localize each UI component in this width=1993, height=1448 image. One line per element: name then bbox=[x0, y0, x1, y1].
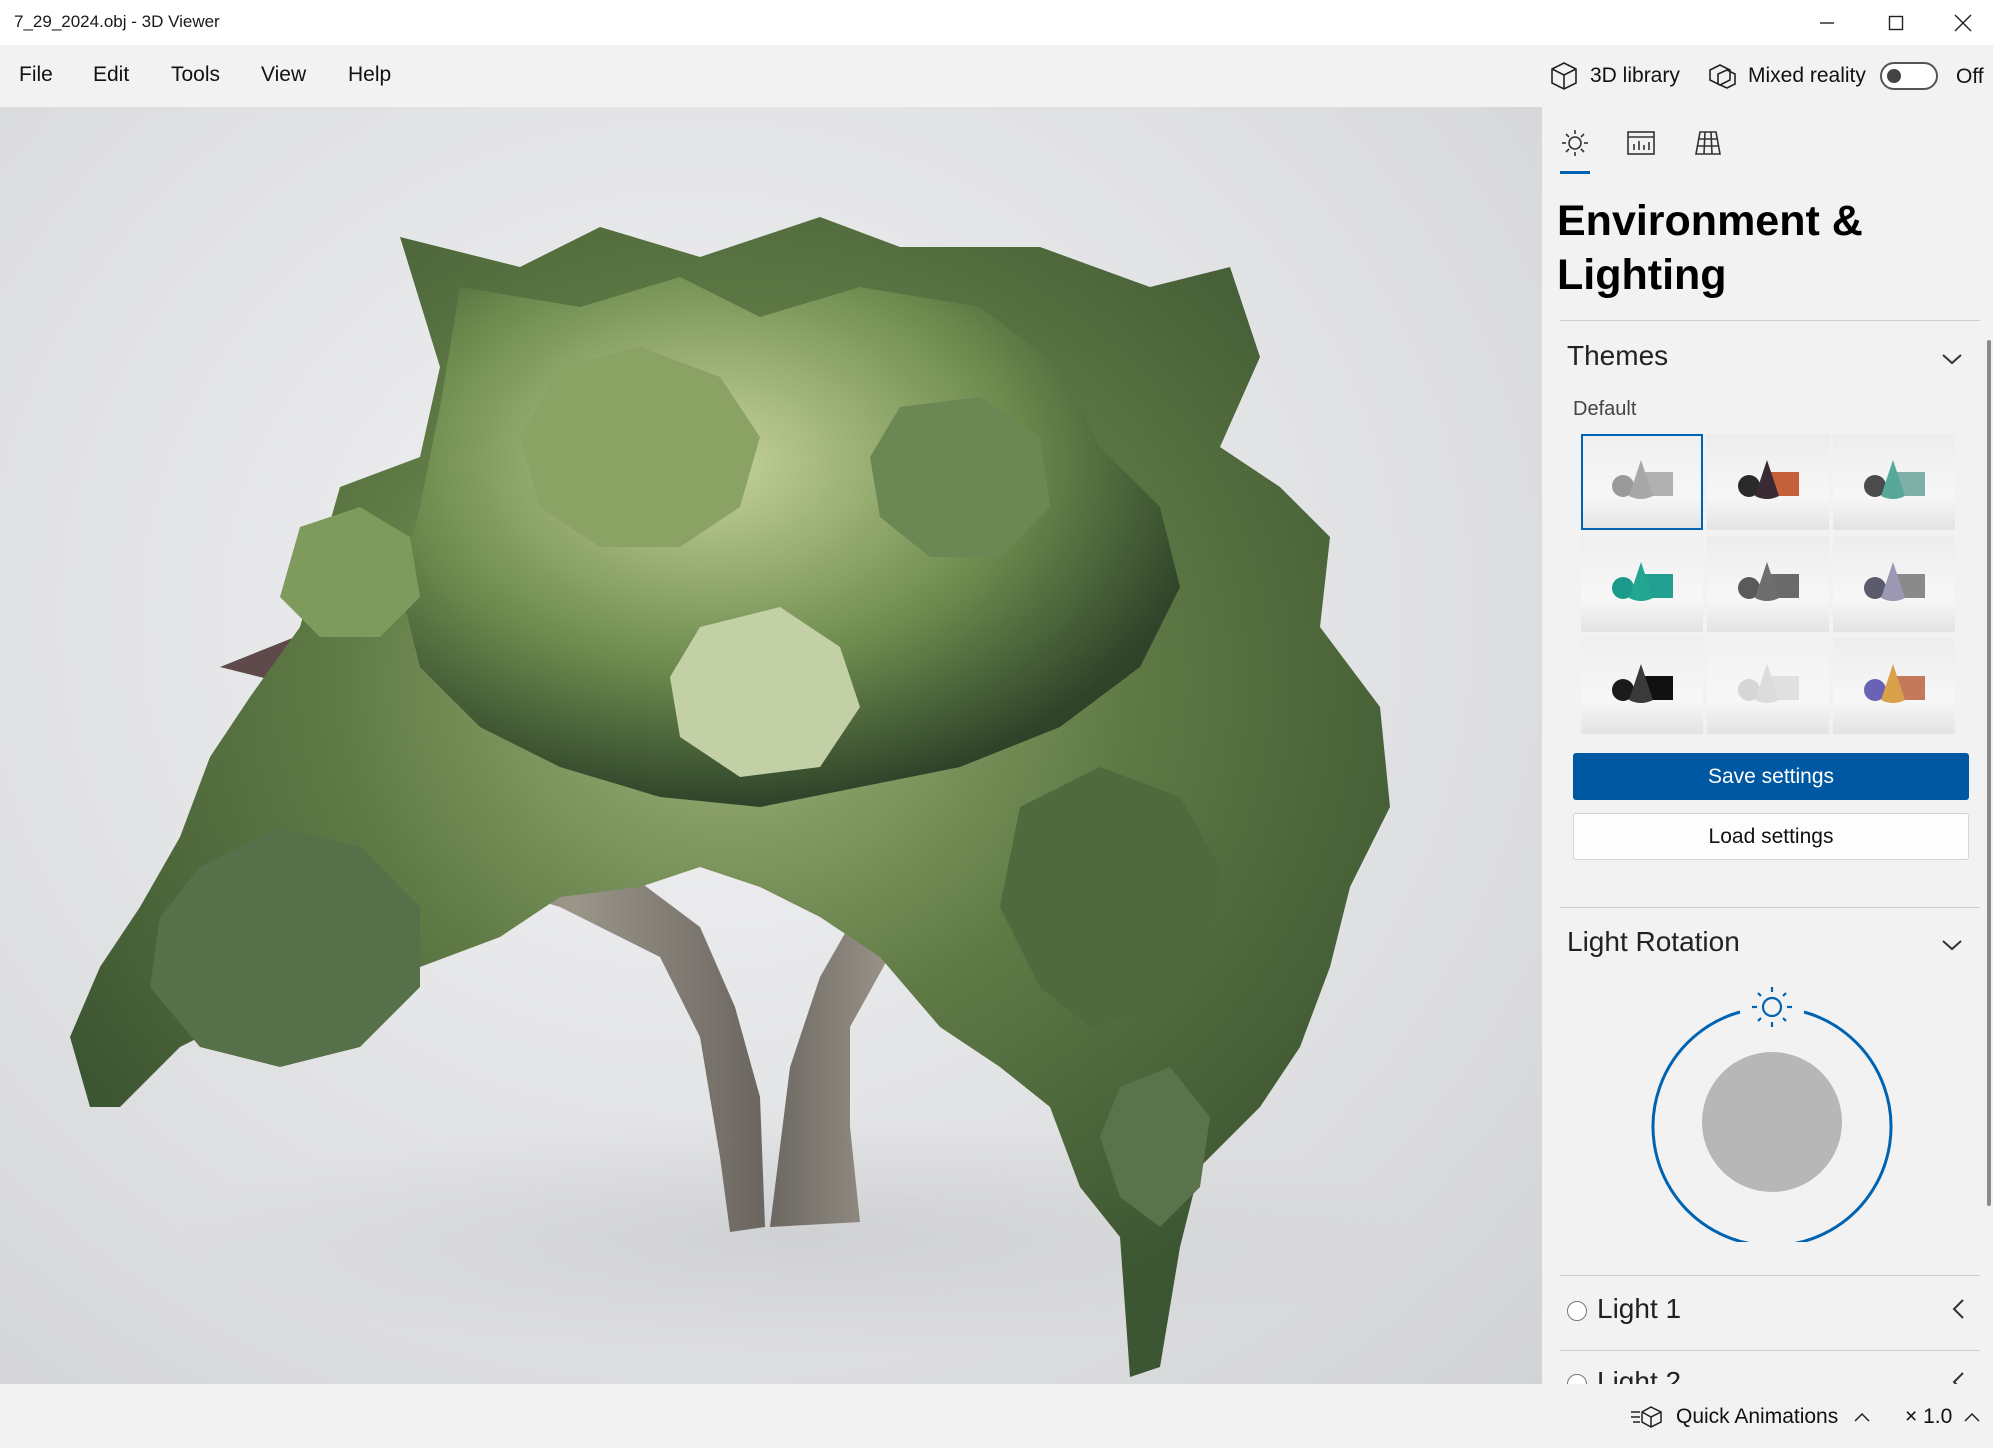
theme-preview-shapes bbox=[1738, 460, 1799, 499]
speed-button[interactable]: × 1.0 bbox=[1905, 1402, 1982, 1432]
divider bbox=[1560, 1275, 1980, 1276]
theme-grid bbox=[1581, 434, 1955, 734]
theme-swatch-dark-orange[interactable] bbox=[1707, 434, 1829, 530]
menu-file[interactable]: File bbox=[19, 63, 53, 87]
grid-icon bbox=[1695, 131, 1721, 155]
theme-swatch-multicolor[interactable] bbox=[1833, 638, 1955, 734]
chevron-left-icon bbox=[1952, 1299, 1964, 1319]
theme-swatch-white[interactable] bbox=[1707, 638, 1829, 734]
theme-preview-shapes bbox=[1612, 460, 1673, 499]
save-settings-button[interactable]: Save settings bbox=[1573, 753, 1969, 800]
light-2-radio[interactable] bbox=[1567, 1374, 1587, 1384]
theme-swatch-charcoal[interactable] bbox=[1707, 536, 1829, 632]
panel-scrollbar[interactable] bbox=[1987, 340, 1991, 1206]
toggle-knob bbox=[1887, 69, 1901, 83]
tab-grid[interactable] bbox=[1690, 125, 1726, 161]
quick-animations-button[interactable]: Quick Animations bbox=[1630, 1402, 1872, 1432]
3d-library-button[interactable]: 3D library bbox=[1548, 57, 1680, 95]
divider bbox=[1560, 1350, 1980, 1351]
chevron-up-icon bbox=[1854, 1412, 1870, 1422]
animation-cube-icon bbox=[1631, 1406, 1662, 1428]
theme-preview-shapes bbox=[1864, 460, 1925, 499]
mixed-reality-label: Mixed reality bbox=[1748, 64, 1866, 87]
menu-edit[interactable]: Edit bbox=[93, 63, 129, 87]
sun-icon bbox=[1752, 987, 1792, 1027]
minimize-button[interactable] bbox=[1792, 0, 1862, 45]
chevron-down-icon bbox=[1942, 940, 1962, 951]
mixed-reality-button[interactable]: Mixed reality bbox=[1706, 57, 1866, 95]
tab-environment[interactable] bbox=[1557, 125, 1593, 161]
chevron-down-icon bbox=[1942, 354, 1962, 365]
theme-preview-shapes bbox=[1738, 562, 1799, 601]
theme-preview-shapes bbox=[1864, 664, 1925, 703]
divider bbox=[1560, 320, 1980, 321]
themes-group-label: Default bbox=[1573, 398, 1637, 420]
theme-swatch-default-gray[interactable] bbox=[1581, 434, 1703, 530]
cube-icon bbox=[1551, 62, 1577, 90]
light-rotation-header[interactable]: Light Rotation bbox=[1567, 926, 1740, 958]
quick-animations-label: Quick Animations bbox=[1676, 1405, 1839, 1428]
window-title: 7_29_2024.obj - 3D Viewer bbox=[14, 12, 220, 31]
load-settings-button[interactable]: Load settings bbox=[1573, 813, 1969, 860]
themes-header[interactable]: Themes bbox=[1567, 340, 1668, 372]
tab-stats[interactable] bbox=[1623, 125, 1659, 161]
menu-bar: File Edit Tools View Help 3D library Mix… bbox=[0, 45, 1993, 107]
mixed-reality-toggle[interactable] bbox=[1880, 62, 1938, 90]
3d-viewport[interactable] bbox=[0, 107, 1542, 1384]
maximize-icon bbox=[1888, 15, 1904, 30]
menu-tools[interactable]: Tools bbox=[171, 63, 220, 87]
light-1-radio[interactable] bbox=[1567, 1301, 1587, 1321]
tree-model[interactable] bbox=[0, 107, 1542, 1384]
sun-icon bbox=[1562, 130, 1588, 156]
maximize-button[interactable] bbox=[1861, 0, 1931, 45]
3d-library-label: 3D library bbox=[1590, 64, 1680, 87]
light-1-expand[interactable] bbox=[1947, 1297, 1971, 1326]
theme-preview-shapes bbox=[1738, 664, 1799, 703]
theme-swatch-teal[interactable] bbox=[1833, 434, 1955, 530]
light-1-label: Light 1 bbox=[1597, 1293, 1682, 1324]
light-rotation-collapse-button[interactable] bbox=[1940, 933, 1964, 957]
light-rotation-dial[interactable] bbox=[1650, 982, 1894, 1248]
minimize-icon bbox=[1820, 21, 1834, 24]
close-button[interactable] bbox=[1928, 0, 1993, 45]
theme-swatch-black[interactable] bbox=[1581, 638, 1703, 734]
themes-collapse-button[interactable] bbox=[1940, 347, 1964, 371]
stats-icon bbox=[1627, 131, 1655, 155]
light-2-expand[interactable] bbox=[1947, 1370, 1967, 1384]
light-2-label: Light 2 bbox=[1597, 1366, 1682, 1384]
light-dial-graphic bbox=[1651, 987, 1893, 1248]
panel-title: Environment & Lighting bbox=[1557, 197, 1863, 299]
divider bbox=[1560, 907, 1980, 908]
theme-swatch-bright-teal[interactable] bbox=[1581, 536, 1703, 632]
status-bar: Quick Animations × 1.0 bbox=[0, 1384, 1993, 1448]
menu-help[interactable]: Help bbox=[348, 63, 391, 87]
close-icon bbox=[1954, 14, 1972, 31]
theme-preview-shapes bbox=[1864, 562, 1925, 601]
menu-view[interactable]: View bbox=[261, 63, 306, 87]
mixed-reality-icon bbox=[1709, 64, 1736, 89]
light-1-row[interactable]: Light 1 bbox=[1567, 1287, 1967, 1337]
light-2-row[interactable]: Light 2 bbox=[1567, 1360, 1967, 1384]
title-bar: 7_29_2024.obj - 3D Viewer bbox=[0, 0, 1993, 45]
mixed-reality-state: Off bbox=[1956, 65, 1984, 88]
chevron-left-icon bbox=[1952, 1372, 1964, 1384]
theme-preview-shapes bbox=[1612, 664, 1673, 703]
speed-label: × 1.0 bbox=[1905, 1405, 1953, 1428]
chevron-up-icon bbox=[1964, 1412, 1980, 1422]
theme-swatch-lavender[interactable] bbox=[1833, 536, 1955, 632]
theme-preview-shapes bbox=[1612, 562, 1673, 601]
active-tab-indicator bbox=[1560, 171, 1590, 174]
